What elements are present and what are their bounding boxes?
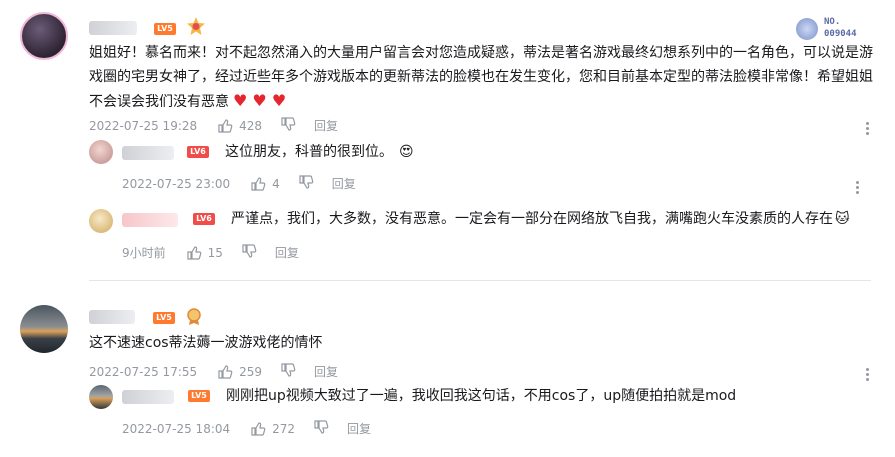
- dislike-button[interactable]: [298, 174, 314, 193]
- like-button[interactable]: 15: [186, 245, 223, 261]
- thumbs-down-icon: [314, 420, 329, 434]
- level-badge: LV5: [153, 312, 175, 324]
- dislike-button[interactable]: [313, 419, 329, 438]
- username[interactable]: [122, 213, 178, 227]
- reply-body: 严谨点，我们，大多数，没有恶意。一定会有一部分在网络放飞自我，满嘴跑火车没素质的…: [231, 211, 833, 227]
- dislike-button[interactable]: [241, 243, 257, 262]
- reply-text: 严谨点，我们，大多数，没有恶意。一定会有一部分在网络放飞自我，满嘴跑火车没素质的…: [231, 207, 850, 231]
- dislike-button[interactable]: [280, 116, 296, 135]
- timestamp: 2022-07-25 18:04: [122, 421, 231, 436]
- thumbs-up-icon: [251, 176, 266, 191]
- comment-meta: 2022-07-25 17:55 259 回复: [89, 362, 338, 381]
- thumbs-down-icon: [281, 117, 296, 131]
- like-button[interactable]: 428: [217, 118, 262, 134]
- timestamp: 2022-07-25 23:00: [122, 176, 231, 191]
- badge-number: NO. 009044: [824, 17, 857, 39]
- reply-button[interactable]: 回复: [314, 117, 338, 134]
- username[interactable]: [89, 310, 135, 324]
- like-button[interactable]: 272: [250, 421, 295, 437]
- like-count: 15: [207, 245, 223, 260]
- level-badge: LV6: [193, 213, 215, 225]
- thumbs-up-icon: [187, 245, 201, 260]
- timestamp: 2022-07-25 17:55: [89, 364, 198, 379]
- comment-meta: 2022-07-25 19:28 428 回复: [89, 116, 338, 135]
- comment-text: 姐姐好！慕名而来！对不起忽然涌入的大量用户留言会对您造成疑惑，蒂法是著名游戏最终…: [89, 41, 875, 114]
- avatar[interactable]: [20, 12, 68, 60]
- reply-text: 刚刚把up视频大致过了一遍，我收回我这句话，不用cos了，up随便拍拍就是mod: [226, 388, 737, 404]
- reply-button[interactable]: 回复: [332, 175, 356, 192]
- reply-text: 这位朋友，科普的很到位。 😍: [225, 140, 414, 164]
- badge-avatar-icon: [796, 18, 818, 40]
- like-button[interactable]: 4: [250, 176, 280, 192]
- thumbs-up-icon: [218, 364, 233, 379]
- dislike-button[interactable]: [280, 362, 296, 381]
- reply-meta: 2022-07-25 18:04 272 回复: [122, 419, 371, 438]
- thumbs-down-icon: [299, 175, 314, 189]
- level-badge: LV5: [154, 23, 176, 35]
- comment-divider: [89, 280, 871, 281]
- like-count: 428: [239, 118, 263, 133]
- thumbs-up-icon: [218, 118, 233, 133]
- like-button[interactable]: 259: [217, 364, 262, 380]
- like-count: 272: [272, 421, 296, 436]
- username[interactable]: [122, 390, 174, 404]
- avatar[interactable]: [20, 305, 68, 353]
- more-options-icon[interactable]: [866, 122, 870, 136]
- like-count: 259: [239, 364, 263, 379]
- username[interactable]: [122, 146, 174, 160]
- reply-button[interactable]: 回复: [275, 244, 299, 261]
- reply-button[interactable]: 回复: [347, 420, 371, 437]
- heart-emojis: ♥ ♥ ♥: [233, 91, 287, 110]
- timestamp: 2022-07-25 19:28: [89, 118, 198, 133]
- thumbs-down-icon: [242, 244, 257, 258]
- like-count: 4: [272, 176, 280, 191]
- emoji-icon: 🐱: [835, 211, 850, 227]
- reply-meta: 2022-07-25 23:00 4 回复: [122, 174, 356, 193]
- username[interactable]: [89, 21, 137, 35]
- avatar[interactable]: [89, 209, 113, 233]
- thumbs-down-icon: [281, 363, 296, 377]
- reply-meta: 9小时前 15 回复: [122, 243, 299, 262]
- avatar[interactable]: [89, 140, 113, 164]
- reply-body: 这位朋友，科普的很到位。: [225, 144, 393, 160]
- level-badge: LV5: [188, 390, 210, 402]
- reply-button[interactable]: 回复: [314, 363, 338, 380]
- more-options-icon[interactable]: [856, 181, 860, 195]
- level-badge: LV6: [187, 146, 209, 158]
- more-options-icon[interactable]: [866, 368, 870, 382]
- medal-icon: [186, 308, 202, 326]
- medal-icon: [186, 16, 206, 36]
- comment-body: 姐姐好！慕名而来！对不起忽然涌入的大量用户留言会对您造成疑惑，蒂法是著名游戏最终…: [89, 45, 873, 110]
- emoji-icon: 😍: [399, 144, 414, 160]
- timestamp: 9小时前: [122, 246, 166, 260]
- comment-text: 这不速速cos蒂法薅一波游戏佬的情怀: [89, 335, 323, 351]
- thumbs-up-icon: [251, 421, 266, 436]
- avatar[interactable]: [89, 385, 113, 409]
- fan-number-badge: NO. 009044: [796, 16, 876, 42]
